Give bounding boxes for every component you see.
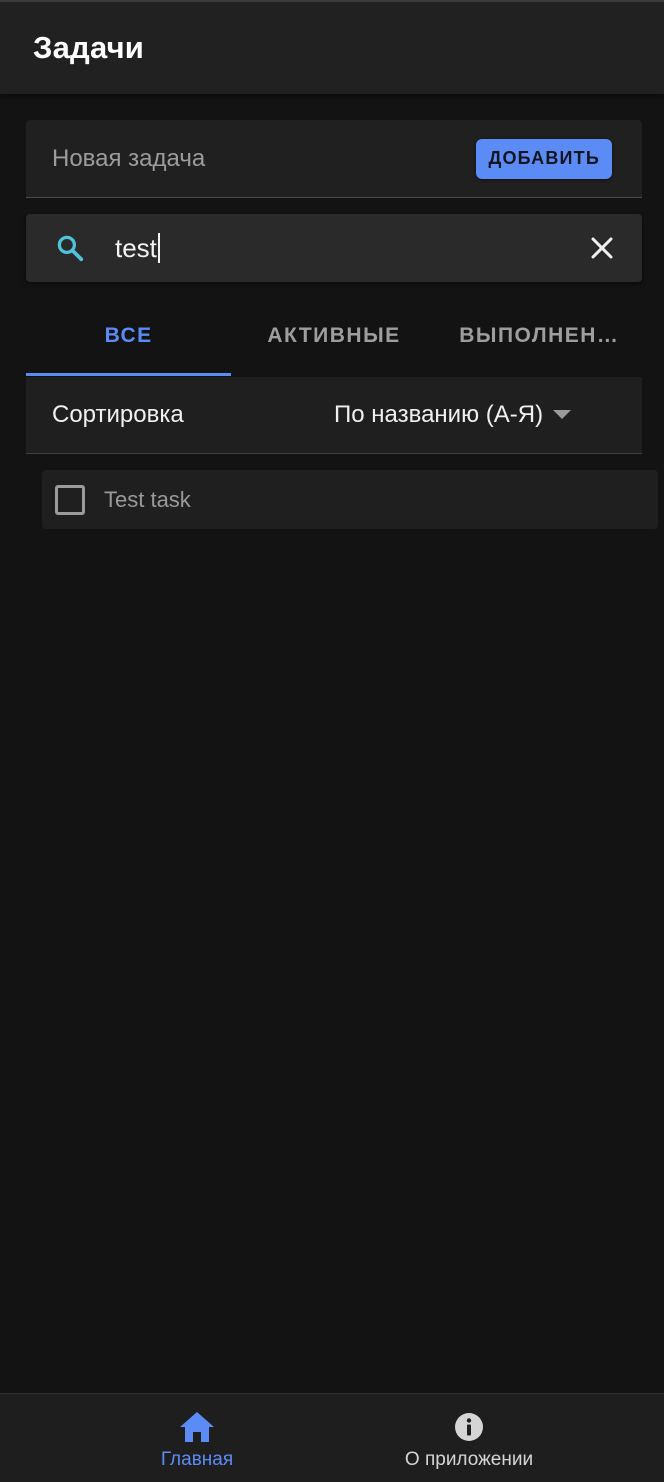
home-icon [179, 1410, 215, 1444]
nav-item-label: Главная [160, 1449, 234, 1470]
nav-item-home[interactable]: Главная [97, 1394, 297, 1482]
nav-item-label: О приложении [404, 1449, 534, 1470]
sort-select[interactable]: По названию (А-Я) [334, 377, 572, 453]
search-icon [53, 231, 87, 265]
app-root: Задачи ДОБАВИТЬ test ВСЕ АКТИВНЫЕ ВЫПОЛН… [0, 0, 664, 1482]
search-bar: test [26, 214, 642, 282]
bottom-nav: Главная О приложении [0, 1393, 664, 1482]
page-title: Задачи [33, 30, 145, 65]
tab-completed[interactable]: ВЫПОЛНЕН… [437, 296, 642, 376]
search-input[interactable]: test [115, 233, 582, 264]
task-checkbox[interactable] [55, 484, 85, 515]
sort-value: По названию (А-Я) [334, 401, 544, 428]
nav-item-about[interactable]: О приложении [369, 1394, 569, 1482]
tab-active[interactable]: АКТИВНЫЕ [231, 296, 436, 376]
tab-all[interactable]: ВСЕ [26, 296, 232, 376]
info-icon [451, 1410, 487, 1444]
close-icon[interactable] [582, 228, 622, 268]
sort-label: Сортировка [52, 401, 184, 428]
search-input-text: test [115, 232, 157, 263]
text-caret [157, 233, 160, 263]
add-task-button[interactable]: ДОБАВИТЬ [476, 138, 612, 179]
caret-down-icon [553, 410, 572, 420]
new-task-input[interactable] [52, 144, 477, 173]
task-title: Test task [104, 486, 191, 512]
list-item[interactable]: Test task [42, 470, 658, 529]
new-task-form: ДОБАВИТЬ [26, 120, 642, 198]
sort-row: Сортировка По названию (А-Я) [26, 377, 642, 454]
app-bar: Задачи [0, 0, 664, 94]
filter-tabs: ВСЕ АКТИВНЫЕ ВЫПОЛНЕН… [26, 296, 642, 376]
